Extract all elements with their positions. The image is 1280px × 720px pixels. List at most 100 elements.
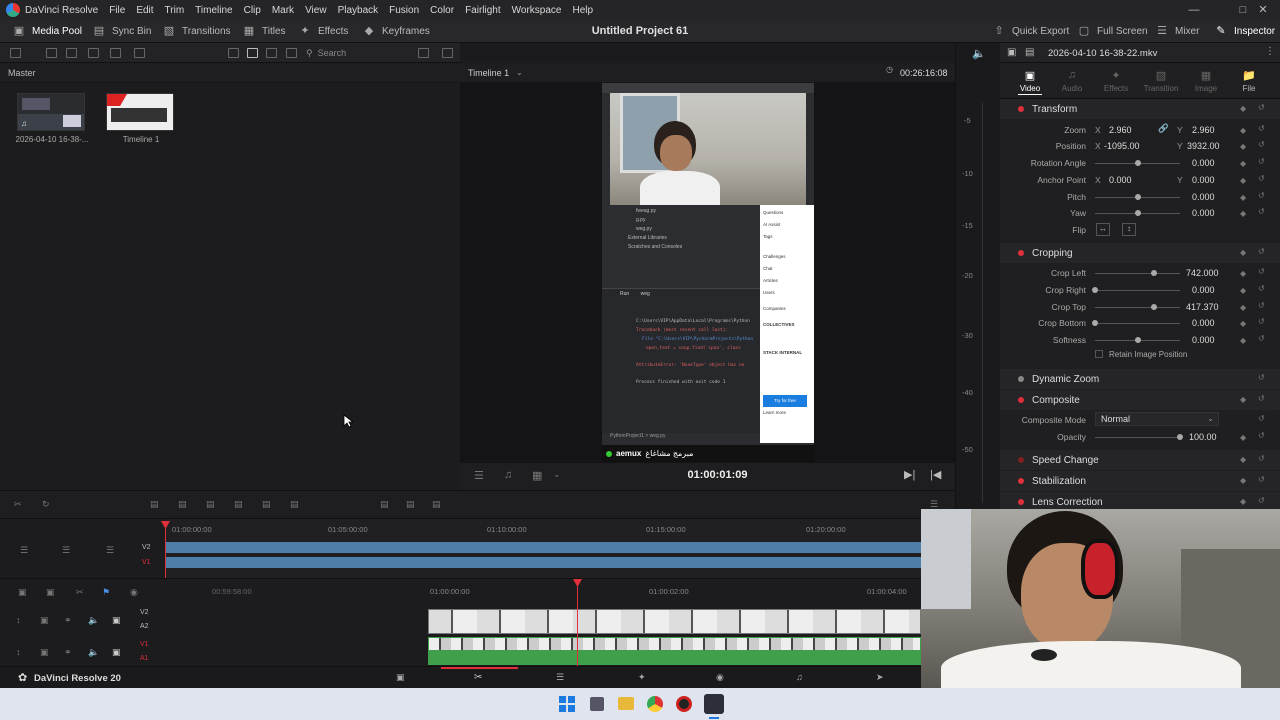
tab-file[interactable]: 📁 File xyxy=(1227,69,1271,93)
lower-playhead[interactable] xyxy=(577,584,578,667)
headphones-icon[interactable]: ⚭ xyxy=(64,615,72,626)
keyframe-diamond-icon[interactable]: ◆ xyxy=(1240,104,1246,113)
track-tool-icon[interactable]: ☰ xyxy=(106,545,114,556)
upper-playhead[interactable] xyxy=(165,521,166,579)
keyframe-diamond-icon[interactable]: ◆ xyxy=(1240,193,1246,202)
keyframe-diamond-icon[interactable]: ◆ xyxy=(1240,248,1246,257)
chrome-icon[interactable] xyxy=(647,696,663,712)
slider-knob[interactable] xyxy=(1151,304,1157,310)
menu-edit[interactable]: Edit xyxy=(136,5,153,16)
keyframe-diamond-icon[interactable]: ◆ xyxy=(1240,476,1246,485)
timeline-clip-thumbnail[interactable] xyxy=(106,93,174,131)
volume-icon[interactable]: 🔈 xyxy=(972,47,986,60)
snap-icon[interactable]: ▤ xyxy=(406,499,415,510)
reset-icon[interactable]: ↺ xyxy=(1258,301,1265,310)
softness-slider[interactable] xyxy=(1095,337,1180,343)
keyframe-diamond-icon[interactable]: ◆ xyxy=(1240,269,1246,278)
reset-icon[interactable]: ↺ xyxy=(1258,475,1265,484)
timeline-name[interactable]: Timeline 1 xyxy=(468,68,509,78)
reset-icon[interactable]: ↺ xyxy=(1258,124,1265,133)
slider-knob[interactable] xyxy=(1135,160,1141,166)
speaker-icon[interactable]: 🔈 xyxy=(88,647,99,658)
viewer-canvas[interactable]: Questions AI Assist Tags Challenges Chat… xyxy=(460,83,955,463)
stabilization-header[interactable]: Stabilization ◆ ↺ xyxy=(1000,471,1280,491)
davinci-taskbar-icon[interactable] xyxy=(704,694,724,714)
audio-scrub-icon[interactable]: ▤ xyxy=(432,499,441,510)
metadata-view-icon[interactable] xyxy=(228,48,239,58)
reset-icon[interactable]: ↺ xyxy=(1258,267,1265,276)
composite-mode-select[interactable]: Normal ⌄ xyxy=(1095,412,1219,426)
zoom-tool-icon[interactable]: ▣ xyxy=(18,587,27,598)
viewer-mode-icon[interactable]: ▦ xyxy=(532,469,542,482)
composite-header[interactable]: Composite ◆ ↺ xyxy=(1000,390,1280,410)
track-tool-icon[interactable]: ☰ xyxy=(62,545,70,556)
color-page-icon[interactable]: ◉ xyxy=(716,672,724,683)
pitch-field[interactable]: 0.000 xyxy=(1192,192,1215,202)
quick-export-button[interactable]: ⇧ Quick Export xyxy=(992,20,1069,43)
reset-icon[interactable]: ↺ xyxy=(1258,207,1265,216)
keyframe-diamond-icon[interactable]: ◆ xyxy=(1240,176,1246,185)
lock-icon[interactable]: ▣ xyxy=(40,647,49,658)
chevron-down-icon[interactable]: ⌄ xyxy=(553,469,561,480)
reset-icon[interactable]: ↺ xyxy=(1258,140,1265,149)
keyframe-diamond-icon[interactable]: ◆ xyxy=(1240,336,1246,345)
opacity-field[interactable]: 100.00 xyxy=(1189,432,1217,442)
blade-tool-icon[interactable]: ✂ xyxy=(14,499,22,510)
tab-video[interactable]: ▣ Video xyxy=(1008,69,1052,95)
fusion-page-icon[interactable]: ✦ xyxy=(638,672,646,683)
reset-icon[interactable]: ↺ xyxy=(1258,334,1265,343)
keyframe-diamond-icon[interactable]: ◆ xyxy=(1240,126,1246,135)
zoom-x-field[interactable]: 2.960 xyxy=(1109,125,1132,135)
retain-checkbox[interactable] xyxy=(1095,350,1103,358)
pitch-slider[interactable] xyxy=(1095,194,1180,200)
flip-vertical-icon[interactable]: ↕ xyxy=(1122,223,1136,236)
close-icon[interactable]: ✕ xyxy=(1246,0,1280,20)
track-tool-icon[interactable]: ☰ xyxy=(20,545,28,556)
cut-page-tab[interactable]: ✂ xyxy=(441,667,518,689)
keyframe-diamond-icon[interactable]: ◆ xyxy=(1240,433,1246,442)
search-input[interactable]: Search xyxy=(318,48,347,58)
audio-meter-icon[interactable]: ♫ xyxy=(504,469,512,481)
speed-change-header[interactable]: Speed Change ◆ ↺ xyxy=(1000,450,1280,470)
edit-tools-icon[interactable]: ☰ xyxy=(474,469,484,482)
crop-right-slider[interactable] xyxy=(1092,287,1180,293)
titles-button[interactable]: ▦ Titles xyxy=(242,20,286,43)
edit-page-icon[interactable]: ☰ xyxy=(556,672,564,683)
inspector-button[interactable]: ✎ Inspector xyxy=(1214,20,1275,43)
reset-icon[interactable]: ↺ xyxy=(1258,496,1265,505)
keyframe-diamond-icon[interactable]: ◆ xyxy=(1240,142,1246,151)
enable-dot-icon[interactable] xyxy=(1018,499,1024,505)
crop-top-slider[interactable] xyxy=(1095,304,1180,310)
next-clip-icon[interactable]: ▶| xyxy=(904,468,915,481)
list-view-icon[interactable] xyxy=(266,48,277,58)
reset-icon[interactable]: ↺ xyxy=(1258,191,1265,200)
import-icon[interactable] xyxy=(66,48,77,58)
clip-v2-filmstrip[interactable] xyxy=(428,609,921,634)
reset-icon[interactable]: ↺ xyxy=(1258,414,1265,423)
menu-workspace[interactable]: Workspace xyxy=(512,5,562,16)
zoom-y-field[interactable]: 2.960 xyxy=(1192,125,1215,135)
smart-bin-icon[interactable] xyxy=(88,48,99,58)
menu-davinci-resolve[interactable]: DaVinci Resolve xyxy=(25,5,98,16)
keyframe-diamond-icon[interactable]: ◆ xyxy=(1240,159,1246,168)
reset-icon[interactable]: ↺ xyxy=(1258,247,1265,256)
zoom-tool-icon[interactable]: ▣ xyxy=(46,587,55,598)
enable-dot-icon[interactable] xyxy=(1018,376,1024,382)
lock-icon[interactable]: ▣ xyxy=(40,615,49,626)
menu-timeline[interactable]: Timeline xyxy=(195,5,232,16)
tab-image[interactable]: ▦ Image xyxy=(1184,69,1228,93)
tab-transition[interactable]: ▧ Transition xyxy=(1139,69,1183,93)
move-icon[interactable]: ↕ xyxy=(16,647,21,657)
position-y-field[interactable]: 3932.00 xyxy=(1187,141,1220,151)
anchor-y-field[interactable]: 0.000 xyxy=(1192,175,1215,185)
sort-order-icon[interactable] xyxy=(418,48,429,58)
razor-icon[interactable]: ✂ xyxy=(76,587,84,598)
enable-dot-icon[interactable] xyxy=(1018,397,1024,403)
cropping-header[interactable]: Cropping ◆ ↺ xyxy=(1000,243,1280,263)
unlink-icon[interactable] xyxy=(134,48,145,58)
new-bin-icon[interactable] xyxy=(46,48,57,58)
keyframe-diamond-icon[interactable]: ◆ xyxy=(1240,455,1246,464)
slider-knob[interactable] xyxy=(1135,337,1141,343)
flip-horizontal-icon[interactable]: ↔ xyxy=(1096,223,1110,236)
softness-field[interactable]: 0.000 xyxy=(1192,335,1215,345)
